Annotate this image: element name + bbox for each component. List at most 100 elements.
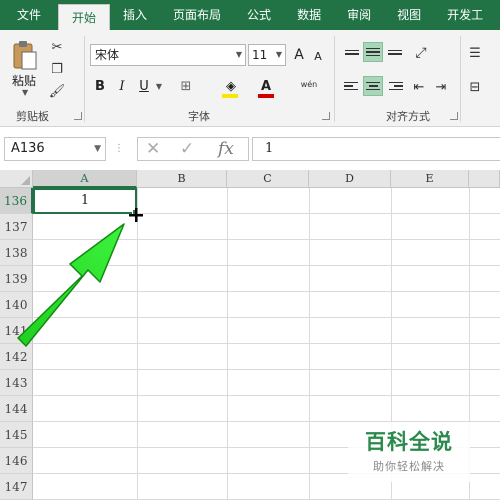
row-header-144[interactable]: 144 bbox=[0, 396, 33, 422]
alignment-group-label: 对齐方式 bbox=[386, 110, 430, 123]
active-cell-a136[interactable]: 1 bbox=[33, 188, 137, 214]
row-header-147[interactable]: 147 bbox=[0, 474, 33, 500]
confirm-icon[interactable]: ✓ bbox=[180, 138, 194, 160]
bold-button[interactable]: B bbox=[92, 76, 108, 98]
bottom-align-icon[interactable] bbox=[385, 42, 405, 62]
borders-icon[interactable]: ⊞ bbox=[176, 76, 196, 98]
column-header-c[interactable]: C bbox=[227, 170, 309, 188]
formula-input[interactable]: 1 bbox=[252, 137, 500, 161]
row-header-143[interactable]: 143 bbox=[0, 370, 33, 396]
row-header-146[interactable]: 146 bbox=[0, 448, 33, 474]
font-size-select[interactable]: 11 ▼ bbox=[248, 44, 286, 66]
paste-button-label[interactable]: 粘贴 bbox=[12, 72, 36, 89]
column-header-b[interactable]: B bbox=[137, 170, 227, 188]
line bbox=[366, 81, 380, 84]
watermark-title: 百科全说 bbox=[365, 430, 453, 454]
tab-home[interactable]: 开始 bbox=[58, 4, 111, 30]
cut-icon[interactable]: ✂ bbox=[48, 38, 66, 56]
crosshair-cursor-icon bbox=[129, 208, 143, 222]
chevron-down-icon[interactable]: ▼ bbox=[94, 138, 101, 160]
chevron-down-icon[interactable]: ▼ bbox=[236, 45, 242, 65]
font-size-value: 11 bbox=[252, 48, 268, 62]
line bbox=[344, 85, 353, 87]
decrease-indent-icon[interactable]: ⇤ bbox=[410, 78, 428, 96]
line bbox=[389, 88, 403, 91]
column-header-e[interactable]: E bbox=[391, 170, 469, 188]
ribbon-tabbar: 文件 开始 插入 页面布局 公式 数据 审阅 视图 开发工 bbox=[0, 0, 500, 30]
italic-button[interactable]: I bbox=[114, 76, 130, 98]
font-group-label: 字体 bbox=[188, 110, 210, 123]
line bbox=[388, 53, 402, 55]
tab-file[interactable]: 文件 bbox=[0, 0, 58, 30]
font-color-swatch bbox=[258, 94, 274, 98]
fill-color-button[interactable]: ◈ bbox=[220, 76, 242, 98]
formula-bar: A136 ▼ ⋮ ✕ ✓ fx 1 bbox=[0, 133, 500, 165]
line bbox=[366, 88, 380, 91]
row-header-145[interactable]: 145 bbox=[0, 422, 33, 448]
font-launcher-icon[interactable] bbox=[322, 112, 330, 120]
row-header-137[interactable]: 137 bbox=[0, 214, 33, 240]
underline-button[interactable]: U bbox=[136, 76, 152, 98]
name-box[interactable]: A136 ▼ bbox=[4, 137, 106, 161]
fill-bucket-icon: ◈ bbox=[226, 79, 236, 94]
clipboard-launcher-icon[interactable] bbox=[74, 112, 82, 120]
alignment-launcher-icon[interactable] bbox=[450, 112, 458, 120]
column-header-d[interactable]: D bbox=[309, 170, 391, 188]
insert-function-button[interactable]: fx bbox=[218, 138, 234, 160]
row-header-136[interactable]: 136 bbox=[0, 188, 33, 214]
paste-icon[interactable] bbox=[12, 40, 38, 70]
select-all-corner[interactable] bbox=[0, 170, 33, 188]
align-center-icon[interactable] bbox=[363, 76, 383, 96]
line bbox=[388, 49, 402, 51]
tab-data[interactable]: 数据 bbox=[284, 0, 334, 30]
row-header-140[interactable]: 140 bbox=[0, 292, 33, 318]
clipboard-group-label: 剪贴板 bbox=[16, 110, 49, 123]
line bbox=[345, 49, 359, 51]
font-name-value: 宋体 bbox=[95, 48, 120, 62]
row-header-141[interactable]: 141 bbox=[0, 318, 33, 344]
format-painter-icon[interactable]: 🖌 bbox=[48, 82, 66, 100]
watermark-subtitle: 助你轻松解决 bbox=[373, 460, 445, 473]
align-right-icon[interactable] bbox=[385, 76, 405, 96]
select-all-icon bbox=[21, 176, 30, 185]
wrap-text-icon[interactable]: ☰ bbox=[466, 44, 484, 62]
copy-icon[interactable]: ❐ bbox=[48, 60, 66, 78]
tab-review[interactable]: 审阅 bbox=[334, 0, 384, 30]
line bbox=[389, 81, 403, 84]
paste-dropdown-icon[interactable]: ▼ bbox=[22, 88, 28, 97]
line bbox=[366, 54, 380, 57]
row-header-138[interactable]: 138 bbox=[0, 240, 33, 266]
top-align-icon[interactable] bbox=[342, 42, 362, 62]
tab-formulas[interactable]: 公式 bbox=[234, 0, 284, 30]
tab-view[interactable]: 视图 bbox=[384, 0, 434, 30]
group-divider bbox=[84, 36, 85, 122]
formula-buttons: ✕ ✓ fx bbox=[137, 137, 249, 161]
row-header-139[interactable]: 139 bbox=[0, 266, 33, 292]
middle-align-icon[interactable] bbox=[363, 42, 383, 62]
column-header-a[interactable]: A bbox=[33, 170, 137, 188]
tab-insert[interactable]: 插入 bbox=[110, 0, 160, 30]
increase-indent-icon[interactable]: ⇥ bbox=[432, 78, 450, 96]
group-divider bbox=[460, 36, 461, 122]
grow-font-button[interactable]: A bbox=[292, 44, 306, 66]
cancel-icon[interactable]: ✕ bbox=[146, 138, 160, 160]
shrink-font-button[interactable]: A bbox=[312, 46, 324, 68]
font-color-icon: A bbox=[260, 79, 272, 94]
watermark-logo: 百科全说 助你轻松解决 bbox=[348, 422, 470, 482]
chevron-down-icon[interactable]: ▼ bbox=[276, 45, 282, 65]
font-color-button[interactable]: A bbox=[256, 76, 276, 98]
font-name-select[interactable]: 宋体 ▼ bbox=[90, 44, 246, 66]
merge-center-icon[interactable]: ⊟ bbox=[466, 78, 484, 96]
line bbox=[344, 81, 358, 84]
group-divider bbox=[334, 36, 335, 122]
orientation-icon[interactable]: ⤢ bbox=[412, 44, 430, 62]
chevron-down-icon[interactable]: ▼ bbox=[154, 76, 164, 98]
row-header-142[interactable]: 142 bbox=[0, 344, 33, 370]
column-header-f[interactable] bbox=[469, 170, 500, 188]
align-left-icon[interactable] bbox=[342, 76, 362, 96]
phonetic-button[interactable]: wén bbox=[298, 74, 320, 96]
tab-page-layout[interactable]: 页面布局 bbox=[160, 0, 234, 30]
tab-developer[interactable]: 开发工 bbox=[434, 0, 496, 30]
line bbox=[394, 85, 403, 87]
line bbox=[345, 53, 359, 55]
